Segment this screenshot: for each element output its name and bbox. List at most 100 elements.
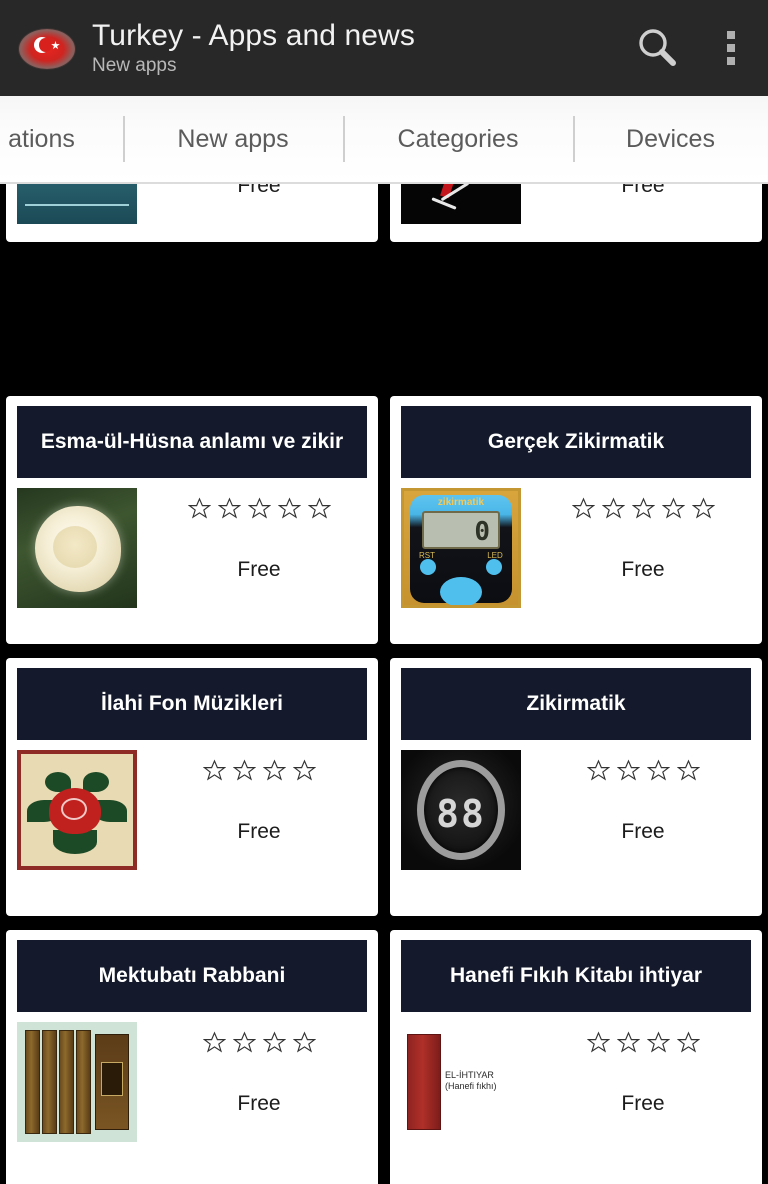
app-title: Esma-ül-Hüsna anlamı ve zikir [40, 430, 344, 453]
app-thumbnail: EL-İHTIYAR (Hanefi fıkhı) [401, 1022, 521, 1142]
app-card[interactable]: Mektubatı Rabbani Free [6, 930, 378, 1184]
star-empty-icon [616, 759, 640, 781]
star-empty-icon [571, 497, 595, 519]
star-empty-icon [307, 497, 331, 519]
star-empty-icon [202, 759, 226, 781]
app-card-meta: Free [530, 478, 756, 624]
tab-strip[interactable]: ations New apps Categories Devices [0, 96, 768, 184]
star-empty-icon [616, 1031, 640, 1053]
app-thumbnail: 88 [401, 750, 521, 870]
app-price: Free [621, 558, 665, 581]
star-empty-icon [601, 497, 625, 519]
app-card-body: Free [6, 478, 378, 624]
search-icon [639, 29, 676, 66]
app-card-title-banner: Hanefi Fıkıh Kitabı ihtiyar [401, 940, 751, 1012]
overflow-menu-button[interactable] [694, 0, 768, 96]
app-card[interactable]: Hatim Hesaplama Free [6, 184, 378, 242]
turkey-flag-icon [16, 17, 78, 79]
app-price: Free [237, 184, 281, 197]
grid-row: Hatim Hesaplama Free [0, 184, 768, 252]
tab-label: Devices [626, 124, 715, 153]
app-thumbnail [17, 488, 137, 608]
star-empty-icon [676, 759, 700, 781]
app-card-title-banner: Mektubatı Rabbani [17, 940, 367, 1012]
app-card-body: BESIKTAS [390, 184, 762, 240]
app-card-title-banner: Esma-ül-Hüsna anlamı ve zikir [17, 406, 367, 478]
search-button[interactable] [620, 0, 694, 96]
app-card[interactable]: Esma-ül-Hüsna anlamı ve zikir Free [6, 396, 378, 644]
tab-devices[interactable]: Devices [573, 96, 768, 182]
star-empty-icon [661, 497, 685, 519]
star-empty-icon [676, 1031, 700, 1053]
app-card-meta: Free [530, 740, 756, 886]
star-empty-icon [232, 1031, 256, 1053]
app-card-body: RST LED zikirmatik 0 Free [390, 478, 762, 624]
app-price: Free [237, 558, 281, 581]
app-card-body: 88 Free [390, 740, 762, 886]
action-bar-actions [620, 0, 768, 96]
app-title: Zikirmatik [526, 692, 626, 715]
app-card-meta: Free [530, 1012, 756, 1158]
app-card-meta: Free [146, 740, 372, 886]
app-title: Hanefi Fıkıh Kitabı ihtiyar [449, 964, 703, 987]
grid-row: Esma-ül-Hüsna anlamı ve zikir Free Gerçe… [0, 396, 768, 648]
star-empty-icon [247, 497, 271, 519]
app-card-body: Free [6, 740, 378, 886]
star-empty-icon [262, 1031, 286, 1053]
page-title: Turkey - Apps and news [92, 19, 415, 52]
star-empty-icon [691, 497, 715, 519]
tab-label: Categories [397, 124, 519, 153]
app-card-title-banner: Gerçek Zikirmatik [401, 406, 751, 478]
rating-stars [146, 497, 372, 520]
page-subtitle: New apps [92, 55, 177, 76]
app-price: Free [237, 1092, 281, 1115]
app-card[interactable]: Hanefi Fıkıh Kitabı ihtiyar EL-İHTIYAR (… [390, 930, 762, 1184]
app-price: Free [621, 820, 665, 843]
app-card-meta: Free [146, 184, 372, 240]
star-empty-icon [217, 497, 241, 519]
tab-categories[interactable]: Categories [343, 96, 573, 182]
app-card[interactable]: Gerçek Zikirmatik RST LED zikirmatik 0 F… [390, 396, 762, 644]
tab-applications[interactable]: ations [0, 96, 123, 182]
star-empty-icon [262, 759, 286, 781]
star-empty-icon [202, 1031, 226, 1053]
app-card-body: Free [6, 1012, 378, 1158]
rating-stars [530, 497, 756, 520]
app-title: İlahi Fon Müzikleri [100, 692, 284, 715]
app-card[interactable]: BESIKTAS [390, 184, 762, 242]
tab-label: ations [8, 124, 75, 153]
star-empty-icon [646, 759, 670, 781]
app-card[interactable]: Zikirmatik 88 Free [390, 658, 762, 916]
app-thumbnail [17, 750, 137, 870]
star-empty-icon [187, 497, 211, 519]
app-card-meta: Free [530, 184, 756, 240]
star-empty-icon [646, 1031, 670, 1053]
thumb-text: EL-İHTIYAR [445, 1070, 494, 1080]
action-bar: Turkey - Apps and news New apps [0, 0, 768, 96]
grid-row: Mektubatı Rabbani Free Hanefi Fıkıh Kita… [0, 930, 768, 1184]
app-thumbnail: BESIKTAS [401, 184, 521, 224]
star-empty-icon [292, 1031, 316, 1053]
app-card-meta: Free [146, 478, 372, 624]
star-empty-icon [586, 759, 610, 781]
app-card-body: EL-İHTIYAR (Hanefi fıkhı) Free [390, 1012, 762, 1158]
app-root: Turkey - Apps and news New apps ations N… [0, 0, 768, 1184]
app-card-meta: Free [146, 1012, 372, 1158]
star-empty-icon [586, 1031, 610, 1053]
star-empty-icon [292, 759, 316, 781]
action-bar-titles: Turkey - Apps and news New apps [92, 18, 620, 78]
thumb-text: 88 [436, 792, 486, 836]
tab-label: New apps [177, 124, 289, 153]
app-thumbnail: RST LED zikirmatik 0 [401, 488, 521, 608]
app-grid[interactable]: Hatim Hesaplama Free [0, 184, 768, 1184]
app-price: Free [621, 184, 665, 197]
thumb-text: zikirmatik [437, 497, 485, 508]
app-card-title-banner: Zikirmatik [401, 668, 751, 740]
rating-stars [530, 759, 756, 782]
overflow-menu-icon [727, 31, 735, 65]
app-title: Gerçek Zikirmatik [487, 430, 665, 453]
app-card[interactable]: İlahi Fon Müzikleri Free [6, 658, 378, 916]
app-thumbnail [17, 1022, 137, 1142]
thumb-text: Hesaplama [17, 184, 137, 185]
tab-new-apps[interactable]: New apps [123, 96, 343, 182]
